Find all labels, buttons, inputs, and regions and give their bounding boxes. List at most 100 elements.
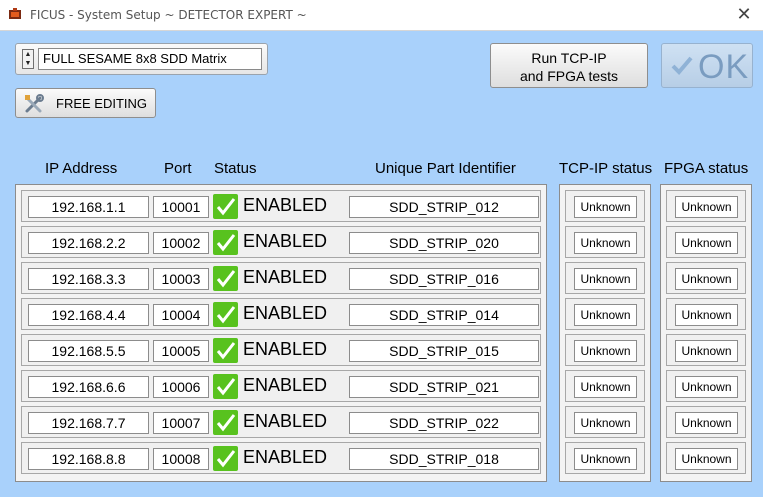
tcp-status-row: Unknown xyxy=(565,442,645,474)
run-tests-label-line2: and FPGA tests xyxy=(519,68,619,84)
port-field[interactable]: 10004 xyxy=(153,304,209,326)
enabled-checkmark-icon[interactable] xyxy=(213,194,238,219)
tcp-ip-status-value: Unknown xyxy=(574,304,637,326)
fpga-status-panel: Unknown Unknown Unknown Unknown Unknown … xyxy=(660,184,752,482)
enabled-checkmark-icon[interactable] xyxy=(213,338,238,363)
unique-part-id-field[interactable]: SDD_STRIP_021 xyxy=(349,376,539,398)
tcp-ip-status-value: Unknown xyxy=(574,268,637,290)
table-row: 192.168.4.4 10004 ENABLED SDD_STRIP_014 xyxy=(21,298,541,330)
run-tests-label-line1: Run TCP-IP xyxy=(531,50,607,66)
port-field[interactable]: 10005 xyxy=(153,340,209,362)
tcp-ip-status-value: Unknown xyxy=(574,448,637,470)
fpga-status-row: Unknown xyxy=(666,334,746,366)
fpga-status-row: Unknown xyxy=(666,442,746,474)
table-row: 192.168.2.2 10002 ENABLED SDD_STRIP_020 xyxy=(21,226,541,258)
unique-part-id-field[interactable]: SDD_STRIP_022 xyxy=(349,412,539,434)
tcp-status-row: Unknown xyxy=(565,226,645,258)
header-ip-address: IP Address xyxy=(45,160,118,177)
status-label: ENABLED xyxy=(243,339,328,359)
tcp-ip-status-value: Unknown xyxy=(574,376,637,398)
port-field[interactable]: 10002 xyxy=(153,232,209,254)
enabled-checkmark-icon[interactable] xyxy=(213,230,238,255)
enabled-checkmark-icon[interactable] xyxy=(213,302,238,327)
status-label: ENABLED xyxy=(243,267,328,287)
tcp-ip-status-value: Unknown xyxy=(574,196,637,218)
status-label: ENABLED xyxy=(243,411,328,431)
config-selector[interactable]: ▲ ▼ FULL SESAME 8x8 SDD Matrix xyxy=(15,43,268,75)
fpga-status-row: Unknown xyxy=(666,262,746,294)
tcp-status-row: Unknown xyxy=(565,298,645,330)
tcp-status-row: Unknown xyxy=(565,190,645,222)
close-button[interactable]: ✕ xyxy=(733,4,755,26)
ip-address-field[interactable]: 192.168.4.4 xyxy=(28,304,149,326)
fpga-status-value: Unknown xyxy=(675,232,738,254)
fpga-status-value: Unknown xyxy=(675,376,738,398)
enabled-checkmark-icon[interactable] xyxy=(213,374,238,399)
enabled-checkmark-icon[interactable] xyxy=(213,410,238,435)
module-table-panel: 192.168.1.1 10001 ENABLED SDD_STRIP_012 … xyxy=(15,184,547,482)
unique-part-id-field[interactable]: SDD_STRIP_018 xyxy=(349,448,539,470)
fpga-status-row: Unknown xyxy=(666,226,746,258)
header-port: Port xyxy=(164,160,192,177)
fpga-status-value: Unknown xyxy=(675,196,738,218)
header-tcp-ip-status: TCP-IP status xyxy=(559,160,653,177)
tcp-ip-status-value: Unknown xyxy=(574,232,637,254)
table-row: 192.168.7.7 10007 ENABLED SDD_STRIP_022 xyxy=(21,406,541,438)
fpga-status-value: Unknown xyxy=(675,268,738,290)
tcp-status-row: Unknown xyxy=(565,370,645,402)
fpga-status-row: Unknown xyxy=(666,190,746,222)
status-label: ENABLED xyxy=(243,231,328,251)
free-editing-button[interactable]: FREE EDITING xyxy=(15,88,156,118)
ok-label: OK xyxy=(698,48,750,86)
ok-button[interactable]: OK xyxy=(661,43,753,88)
unique-part-id-field[interactable]: SDD_STRIP_016 xyxy=(349,268,539,290)
unique-part-id-field[interactable]: SDD_STRIP_020 xyxy=(349,232,539,254)
ip-address-field[interactable]: 192.168.8.8 xyxy=(28,448,149,470)
enabled-checkmark-icon[interactable] xyxy=(213,446,238,471)
tools-icon xyxy=(25,94,44,113)
table-row: 192.168.1.1 10001 ENABLED SDD_STRIP_012 xyxy=(21,190,541,222)
header-unique-part-identifier: Unique Part Identifier xyxy=(375,160,516,177)
table-row: 192.168.6.6 10006 ENABLED SDD_STRIP_021 xyxy=(21,370,541,402)
ip-address-field[interactable]: 192.168.7.7 xyxy=(28,412,149,434)
table-row: 192.168.3.3 10003 ENABLED SDD_STRIP_016 xyxy=(21,262,541,294)
status-label: ENABLED xyxy=(243,447,328,467)
unique-part-id-field[interactable]: SDD_STRIP_012 xyxy=(349,196,539,218)
app-icon xyxy=(9,8,21,19)
tcp-ip-status-value: Unknown xyxy=(574,340,637,362)
spinner-arrows-icon[interactable]: ▲ ▼ xyxy=(22,49,34,69)
port-field[interactable]: 10008 xyxy=(153,448,209,470)
fpga-status-row: Unknown xyxy=(666,406,746,438)
status-label: ENABLED xyxy=(243,195,328,215)
port-field[interactable]: 10007 xyxy=(153,412,209,434)
port-field[interactable]: 10001 xyxy=(153,196,209,218)
tcp-ip-status-value: Unknown xyxy=(574,412,637,434)
ip-address-field[interactable]: 192.168.2.2 xyxy=(28,232,149,254)
run-tests-button[interactable]: Run TCP-IP and FPGA tests xyxy=(490,43,648,88)
port-field[interactable]: 10006 xyxy=(153,376,209,398)
status-label: ENABLED xyxy=(243,303,328,323)
ip-address-field[interactable]: 192.168.6.6 xyxy=(28,376,149,398)
fpga-status-value: Unknown xyxy=(675,412,738,434)
config-field[interactable]: FULL SESAME 8x8 SDD Matrix xyxy=(38,48,262,70)
tcp-ip-status-panel: Unknown Unknown Unknown Unknown Unknown … xyxy=(559,184,651,482)
fpga-status-value: Unknown xyxy=(675,448,738,470)
enabled-checkmark-icon[interactable] xyxy=(213,266,238,291)
ip-address-field[interactable]: 192.168.1.1 xyxy=(28,196,149,218)
tcp-status-row: Unknown xyxy=(565,334,645,366)
fpga-status-value: Unknown xyxy=(675,304,738,326)
ip-address-field[interactable]: 192.168.5.5 xyxy=(28,340,149,362)
checkmark-icon xyxy=(671,56,693,75)
window-title: FICUS - System Setup ~ DETECTOR EXPERT ~ xyxy=(30,8,307,22)
port-field[interactable]: 10003 xyxy=(153,268,209,290)
unique-part-id-field[interactable]: SDD_STRIP_014 xyxy=(349,304,539,326)
table-row: 192.168.5.5 10005 ENABLED SDD_STRIP_015 xyxy=(21,334,541,366)
fpga-status-value: Unknown xyxy=(675,340,738,362)
header-status: Status xyxy=(214,160,257,177)
ip-address-field[interactable]: 192.168.3.3 xyxy=(28,268,149,290)
tcp-status-row: Unknown xyxy=(565,406,645,438)
header-fpga-status: FPGA status xyxy=(664,160,749,177)
fpga-status-row: Unknown xyxy=(666,298,746,330)
unique-part-id-field[interactable]: SDD_STRIP_015 xyxy=(349,340,539,362)
table-row: 192.168.8.8 10008 ENABLED SDD_STRIP_018 xyxy=(21,442,541,474)
